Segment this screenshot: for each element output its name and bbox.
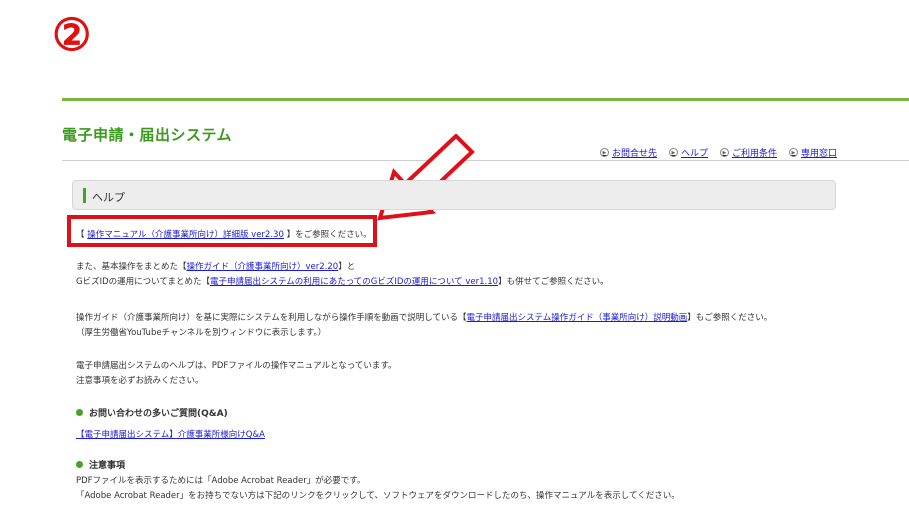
step-marker: ② xyxy=(52,10,92,61)
header-link-contact-label: お問合せ先 xyxy=(611,149,657,159)
heading-bar xyxy=(83,188,86,203)
green-dot-icon xyxy=(76,409,83,416)
faq-heading-label: お問い合わせの多いご質問(Q&A) xyxy=(89,409,228,419)
manual-line-post: 】をご参照ください。 xyxy=(286,230,372,240)
guide-line-pre: また、基本操作をまとめた【 xyxy=(76,262,187,272)
gbiz-line: GビズIDの運用についてまとめた【電子申請届出システムの利用にあたってのGビズI… xyxy=(76,276,609,289)
guide-line-post: 】と xyxy=(338,262,356,272)
youtube-note: （厚生労働省YouTubeチャンネルを別ウィンドウに表示します。） xyxy=(76,328,327,338)
gbiz-link[interactable]: 電子申請届出システムの利用にあたってのGビズIDの運用について ver1.10 xyxy=(210,277,498,287)
guide-line: また、基本操作をまとめた【操作ガイド（介護事業所向け）ver2.20】と xyxy=(76,261,355,274)
faq-link[interactable]: 【電子申請届出システム】介護事業所様向けQ&A xyxy=(76,430,265,440)
gbiz-line-post: 】も併せてご参照ください。 xyxy=(498,277,609,287)
header-links: ▶ お問合せ先 ▶ ヘルプ ▶ ご利用条件 ▶ 専用窓口 xyxy=(599,146,837,159)
header-link-contact[interactable]: ▶ お問合せ先 xyxy=(599,146,657,159)
note-download: 「Adobe Acrobat Reader」をお持ちでない方は下記のリンクをクリ… xyxy=(76,491,680,501)
header-divider xyxy=(62,160,909,161)
header-link-terms[interactable]: ▶ ご利用条件 xyxy=(719,146,777,159)
help-heading-box: ヘルプ xyxy=(72,180,836,210)
video-link[interactable]: 電子申請届出システム操作ガイド（事業所向け）説明動画 xyxy=(467,313,688,323)
circle-arrow-icon: ▶ xyxy=(599,148,609,157)
circle-arrow-icon: ▶ xyxy=(788,148,798,157)
notice-read: 注意事項を必ずお読みください。 xyxy=(76,376,204,386)
green-dot-icon xyxy=(76,461,83,468)
video-line-pre: 操作ガイド（介護事業所向け）を基に実際にシステムを利用しながら操作手順を動画で説… xyxy=(76,313,467,323)
manual-line-pre: 【 xyxy=(76,230,85,240)
video-line-post: 】もご参照ください。 xyxy=(687,313,773,323)
circle-arrow-icon: ▶ xyxy=(719,148,729,157)
circle-arrow-icon: ▶ xyxy=(668,148,678,157)
help-heading: ヘルプ xyxy=(92,191,125,204)
guide-link[interactable]: 操作ガイド（介護事業所向け）ver2.20 xyxy=(187,262,339,272)
faq-line: 【電子申請届出システム】介護事業所様向けQ&A xyxy=(76,429,265,442)
gbiz-line-pre: GビズIDの運用についてまとめた【 xyxy=(76,277,210,287)
manual-link[interactable]: 操作マニュアル（介護事業所向け）詳細版 ver2.30 xyxy=(87,230,284,240)
note-acrobat: PDFファイルを表示するためには「Adobe Acrobat Reader」が必… xyxy=(76,476,366,486)
system-title: 電子申請・届出システム xyxy=(62,126,233,144)
notes-heading-label: 注意事項 xyxy=(89,461,126,471)
manual-line: 【 操作マニュアル（介護事業所向け）詳細版 ver2.30 】をご参照ください。 xyxy=(76,229,372,242)
video-line: 操作ガイド（介護事業所向け）を基に実際にシステムを利用しながら操作手順を動画で説… xyxy=(76,312,772,325)
top-divider xyxy=(62,98,909,101)
red-arrow-icon xyxy=(377,134,475,221)
header-link-help-label: ヘルプ xyxy=(680,149,708,159)
help-description: 電子申請届出システムのヘルプは、PDFファイルの操作マニュアルとなっています。 xyxy=(76,361,397,371)
header-link-window-label: 専用窓口 xyxy=(800,149,837,159)
notes-heading: 注意事項 xyxy=(76,458,125,471)
header-link-window[interactable]: ▶ 専用窓口 xyxy=(788,146,837,159)
header-link-help[interactable]: ▶ ヘルプ xyxy=(668,146,708,159)
header-link-terms-label: ご利用条件 xyxy=(731,149,777,159)
faq-heading: お問い合わせの多いご質問(Q&A) xyxy=(76,406,228,419)
